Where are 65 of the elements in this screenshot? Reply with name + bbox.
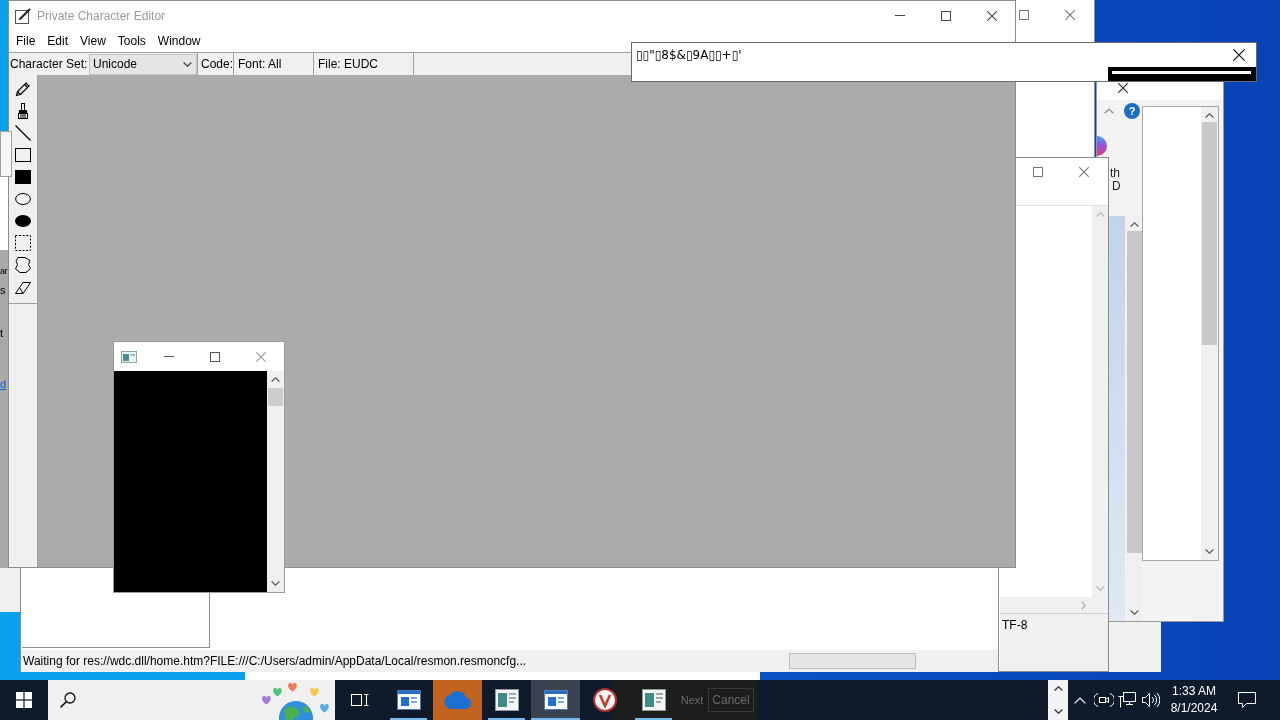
window-icon	[543, 690, 568, 710]
round-logo-icon	[592, 688, 617, 712]
ellipse-icon[interactable]	[15, 191, 31, 207]
menu-item[interactable]: Edit	[47, 32, 69, 50]
freeform-selection-icon[interactable]	[15, 257, 31, 273]
menu-item[interactable]: Window	[157, 32, 201, 50]
window-icon	[121, 350, 137, 363]
character-set-dropdown[interactable]: Unicode	[89, 53, 197, 75]
status-text: Waiting for res://wdc.dll/home.htm?FILE:///C:/Users/admin/AppData/Local/resmon.resmoncfg...	[22, 653, 527, 670]
paintbrush-icon[interactable]	[15, 103, 31, 119]
app-window-icon	[494, 689, 519, 711]
search-field[interactable]	[48, 680, 335, 720]
menu-item[interactable]: Tools	[117, 32, 146, 50]
partial-text: ar	[0, 266, 7, 277]
scroll-up-icon[interactable]	[1053, 686, 1063, 691]
maximize-icon[interactable]	[941, 10, 951, 21]
pencil-icon[interactable]	[15, 81, 31, 97]
partial-text: t	[0, 326, 4, 340]
notification-icon[interactable]	[1238, 692, 1256, 708]
window-icon	[396, 690, 421, 710]
dropdown-caret-icon[interactable]	[183, 61, 192, 67]
menu-item[interactable]: File	[16, 32, 36, 50]
scroll-down-icon[interactable]	[271, 581, 280, 586]
scroll-up-icon[interactable]	[1129, 222, 1139, 227]
popup-text: ▯▯"▯8$&▯9A▯▯+▯'	[636, 48, 742, 62]
filled-rectangle-icon[interactable]	[15, 169, 31, 185]
maximize-icon[interactable]	[1033, 167, 1043, 177]
partial-text: D	[1112, 180, 1121, 193]
menu-item[interactable]: View	[80, 32, 106, 50]
taskbar-app-button[interactable]	[531, 680, 580, 720]
logo-icon	[1097, 136, 1107, 156]
close-icon[interactable]	[1233, 49, 1245, 61]
encoding-text: TF-8	[1002, 616, 1028, 634]
dotted-rectangle-icon[interactable]	[15, 235, 31, 251]
maximize-icon[interactable]	[1019, 10, 1029, 20]
search-icon	[60, 692, 76, 708]
scroll-down-icon[interactable]	[1129, 610, 1139, 615]
windows-logo-icon[interactable]	[16, 692, 32, 708]
app-window-icon	[641, 689, 666, 711]
video-camera-icon[interactable]	[1093, 692, 1114, 708]
cloud-icon	[443, 691, 472, 709]
task-view-icon[interactable]	[350, 692, 369, 708]
volume-icon[interactable]	[1142, 692, 1160, 708]
network-icon[interactable]	[1118, 692, 1136, 708]
scroll-up-icon[interactable]	[1205, 113, 1214, 118]
scroll-down-icon[interactable]	[1205, 549, 1214, 554]
window-title: Private Character Editor	[37, 7, 166, 25]
close-icon[interactable]	[987, 10, 997, 21]
scroll-down-icon[interactable]	[1053, 709, 1063, 714]
clock-button[interactable]: 1:33 AM 8/1/2024	[1163, 680, 1225, 720]
close-icon[interactable]	[1118, 83, 1128, 93]
character-set-label: Character Set:	[9, 56, 89, 73]
scroll-up-icon[interactable]	[271, 377, 280, 382]
scrollbar-thumb[interactable]	[268, 388, 283, 406]
pen-and-paper-icon	[15, 7, 31, 24]
filled-ellipse-icon[interactable]	[15, 213, 31, 229]
line-icon[interactable]	[15, 125, 31, 141]
scrollbar-thumb[interactable]	[1202, 122, 1217, 345]
scrollbar-thumb[interactable]	[1126, 231, 1142, 553]
maximize-icon[interactable]	[210, 351, 220, 362]
eraser-icon[interactable]	[15, 279, 31, 295]
partial-text: s	[0, 283, 6, 297]
help-button[interactable]: ?	[1124, 103, 1140, 119]
rectangle-icon[interactable]	[15, 147, 31, 163]
partial-text: th	[1110, 167, 1120, 180]
